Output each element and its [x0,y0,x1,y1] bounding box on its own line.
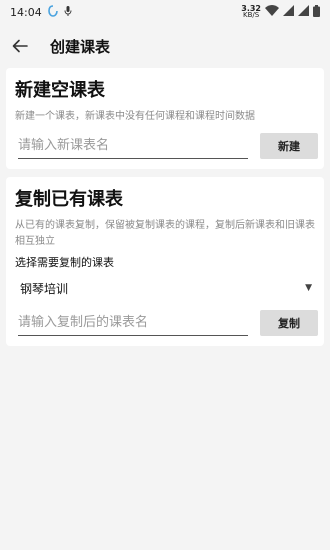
arrow-left-icon [12,39,28,53]
source-timetable-value: 钢琴培训 [20,281,69,296]
new-timetable-description: 新建一个课表，新课表中没有任何课程和课程时间数据 [15,111,255,122]
new-timetable-row: 新建 [12,133,318,159]
status-time: 14:04 [10,5,42,19]
status-bar: 14:04 3.32 KB/S [0,0,330,24]
source-timetable-select[interactable]: 钢琴培训 ▼ [20,274,312,302]
page-title: 创建课表 [50,37,111,56]
copy-timetable-row: 复制 [12,310,318,336]
copy-timetable-description: 从已有的课表复制，保留被复制课表的课程，复制后新课表和旧课表相互独立 [15,220,315,247]
wifi-icon [265,5,279,19]
create-button[interactable]: 新建 [260,133,318,159]
signal-icon-2 [298,5,309,19]
back-button[interactable] [10,36,30,56]
app-notification-icon [47,4,58,20]
new-timetable-title: 新建空课表 [15,80,105,101]
network-speed: 3.32 KB/S [241,4,261,19]
microphone-icon [64,5,72,20]
select-source-label: 选择需要复制的课表 [15,256,114,269]
battery-icon [313,4,320,20]
copied-timetable-name-input[interactable] [18,310,248,336]
copy-timetable-title: 复制已有课表 [15,189,123,210]
signal-icon [283,5,294,19]
new-timetable-card: 新建空课表 新建一个课表，新课表中没有任何课程和课程时间数据 新建 [6,68,324,169]
new-timetable-name-input[interactable] [18,133,248,159]
copy-timetable-card: 复制已有课表 从已有的课表复制，保留被复制课表的课程，复制后新课表和旧课表相互独… [6,177,324,346]
app-bar: 创建课表 [0,24,330,68]
copy-button[interactable]: 复制 [260,310,318,336]
dropdown-caret-icon: ▼ [305,283,312,293]
